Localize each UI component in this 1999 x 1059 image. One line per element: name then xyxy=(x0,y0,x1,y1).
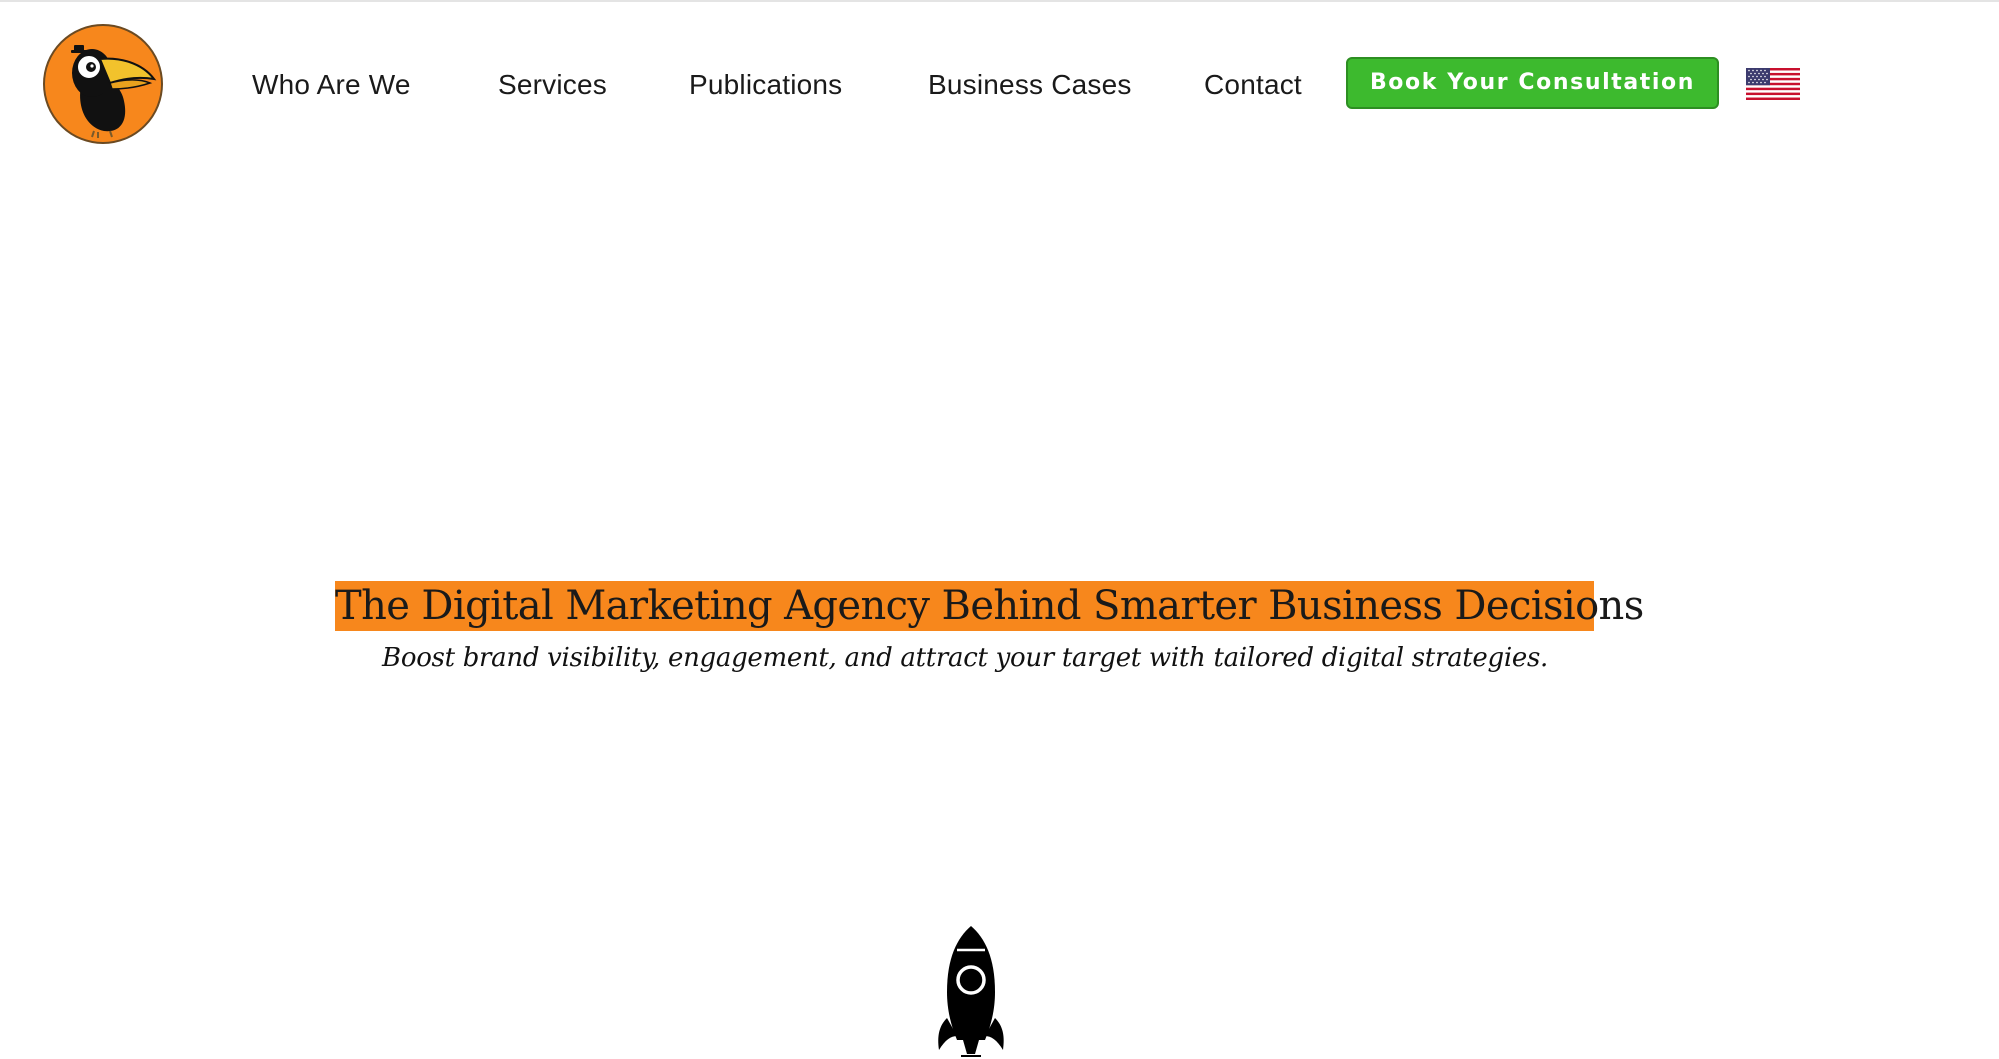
book-consultation-button[interactable]: Book Your Consultation xyxy=(1346,57,1719,109)
nav-item-contact[interactable]: Contact xyxy=(1204,56,1302,114)
toucan-logo[interactable] xyxy=(42,23,164,145)
toucan-logo-icon xyxy=(43,24,163,144)
nav-item-services[interactable]: Services xyxy=(498,56,607,114)
nav-item-business-cases[interactable]: Business Cases xyxy=(928,56,1132,114)
language-selector-icon xyxy=(1746,68,1800,100)
hero-title: The Digital Marketing Agency Behind Smar… xyxy=(335,581,1644,631)
nav-item-who-are-we[interactable]: Who Are We xyxy=(252,56,411,114)
nav-item-publications[interactable]: Publications xyxy=(689,56,842,114)
hero-subtitle: Boost brand visibility, engagement, and … xyxy=(382,643,1548,673)
page-top-border xyxy=(0,0,1999,2)
rocket-icon xyxy=(935,922,1007,1059)
us-flag-icon[interactable] xyxy=(1746,68,1800,100)
